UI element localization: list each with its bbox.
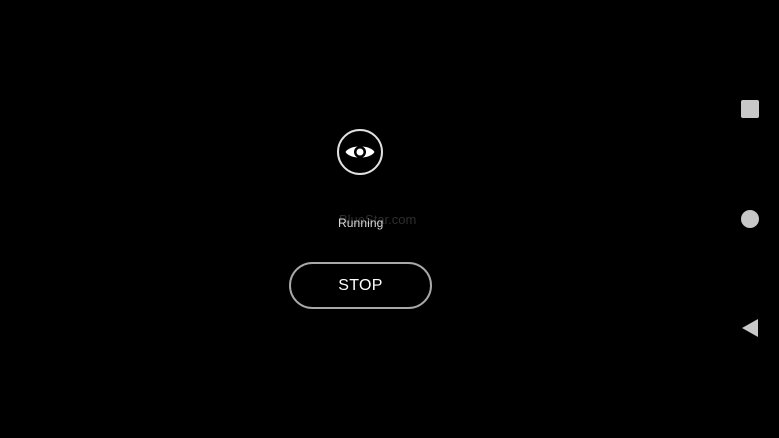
- stop-button[interactable]: STOP: [289, 262, 432, 309]
- home-button[interactable]: [720, 199, 779, 239]
- recents-button[interactable]: [720, 89, 779, 129]
- app-area: BlueStar.com Running STOP: [0, 0, 720, 438]
- status-text: Running: [338, 216, 384, 230]
- triangle-back-icon: [741, 319, 758, 337]
- circle-icon: [740, 210, 759, 228]
- navigation-bar: [720, 0, 779, 438]
- screen: BlueStar.com Running STOP: [0, 0, 779, 438]
- eye-icon: [336, 128, 384, 176]
- square-icon: [740, 100, 759, 118]
- back-button[interactable]: [720, 308, 779, 348]
